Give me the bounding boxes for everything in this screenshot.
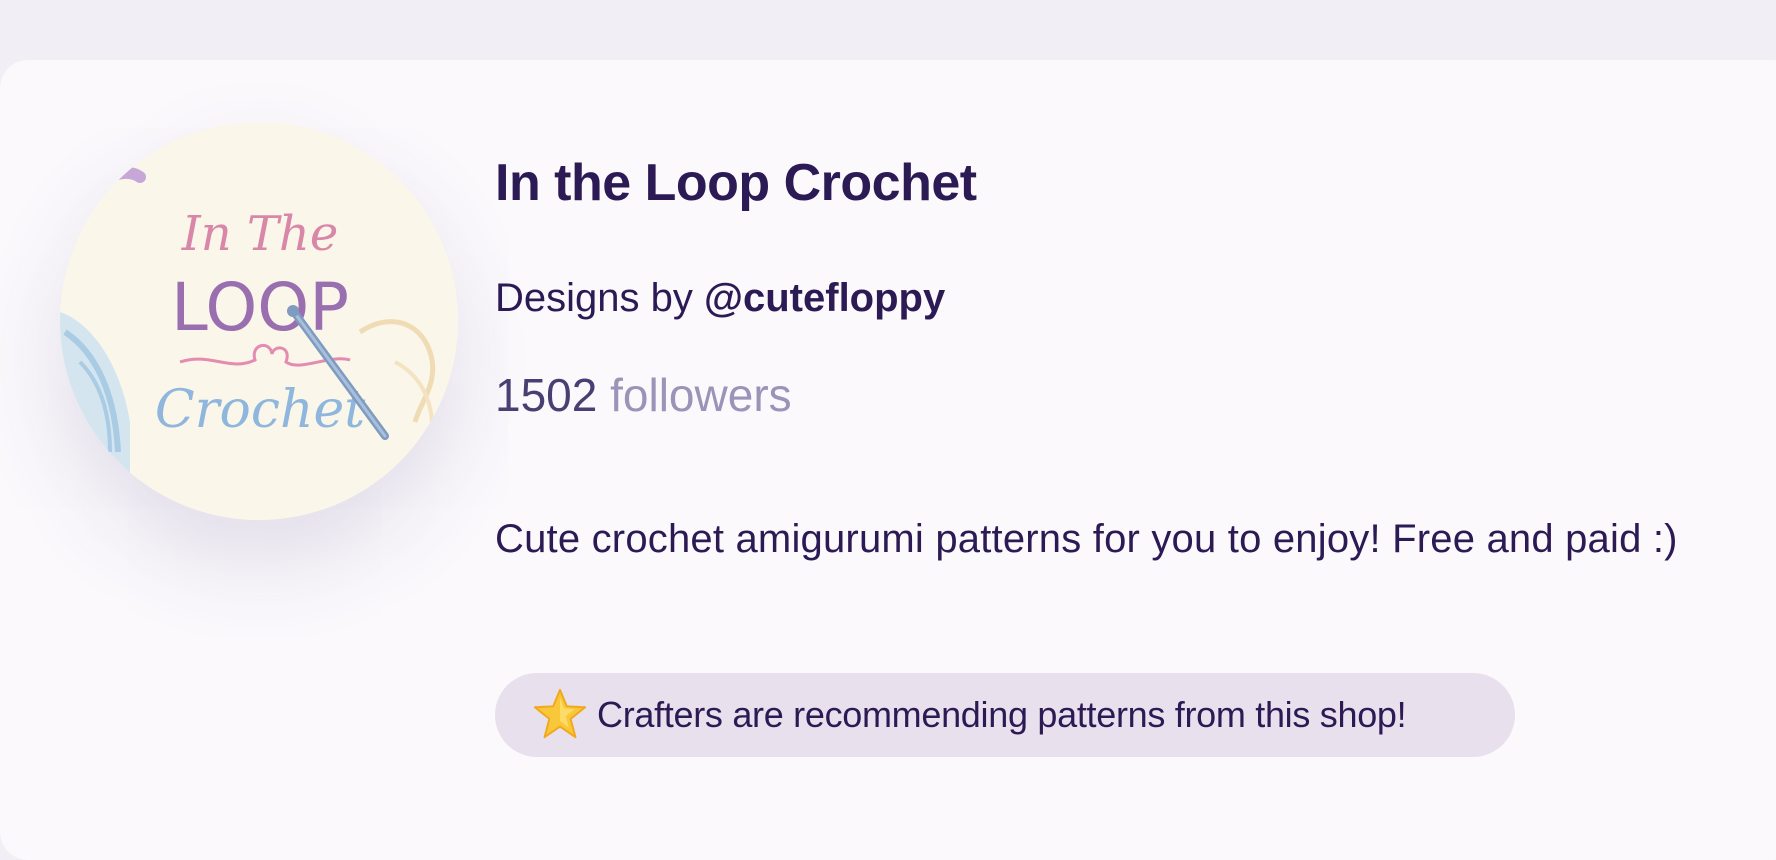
shop-logo-image: In The LOOP Crochet bbox=[60, 122, 458, 520]
svg-text:In The: In The bbox=[181, 206, 338, 262]
shop-avatar[interactable]: In The LOOP Crochet bbox=[60, 122, 458, 520]
top-bar bbox=[0, 0, 1776, 60]
followers-count[interactable]: 1502 followers bbox=[495, 368, 792, 422]
recommendation-text: Crafters are recommending patterns from … bbox=[597, 694, 1407, 735]
shop-name: In the Loop Crochet bbox=[495, 154, 977, 212]
designer-line: Designs by @cutefloppy bbox=[495, 276, 945, 321]
shop-header-card: In The LOOP Crochet In the Loop Crochet … bbox=[0, 60, 1776, 860]
followers-number: 1502 bbox=[495, 369, 598, 421]
star-icon bbox=[533, 688, 587, 739]
svg-text:Crochet: Crochet bbox=[155, 380, 365, 440]
followers-label: followers bbox=[610, 369, 792, 421]
recommendation-badge: Crafters are recommending patterns from … bbox=[495, 673, 1515, 757]
shop-description: Cute crochet amigurumi patterns for you … bbox=[495, 517, 1678, 561]
svg-text:LOOP: LOOP bbox=[171, 269, 349, 346]
designer-prefix: Designs by bbox=[495, 276, 693, 320]
designer-handle-link[interactable]: @cutefloppy bbox=[704, 276, 945, 320]
